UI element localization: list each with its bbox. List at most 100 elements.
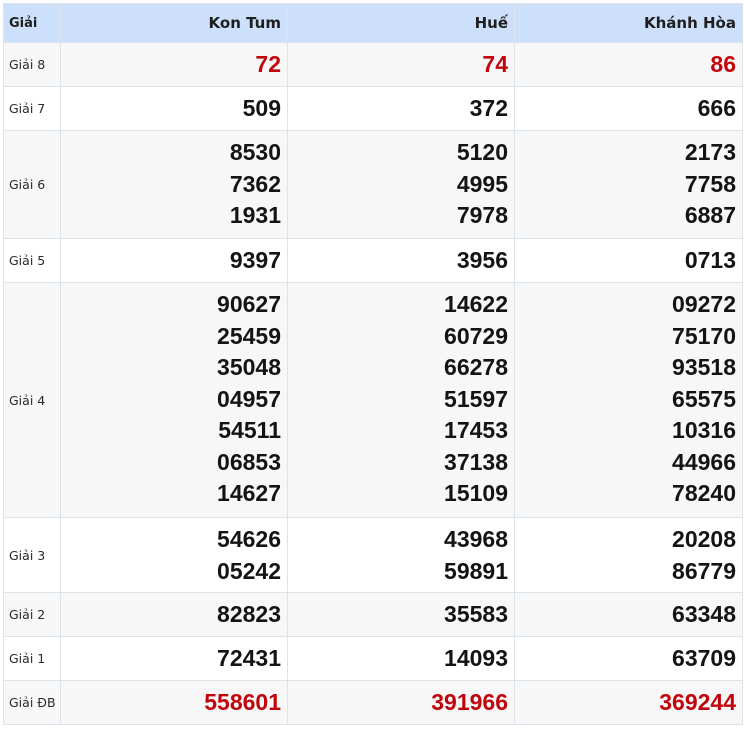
header-prize: Giải xyxy=(3,3,61,43)
result-cell-hue: 35583 xyxy=(287,592,515,637)
result-number: 63348 xyxy=(672,600,736,627)
table-row: Giải 4 90627 25459 35048 04957 54511 06853 1462… xyxy=(3,282,743,518)
result-number: 372 xyxy=(469,94,508,121)
result-number: 6887 xyxy=(684,202,736,228)
result-cell-kon-tum: 8530 7362 1931 xyxy=(60,130,288,239)
result-cell-khanh-hoa: 09272 75170 93518 65575 10316 44966 78240 xyxy=(514,282,743,518)
result-cell-khanh-hoa: 86 xyxy=(514,42,743,87)
table-row: Giải 8 72 74 86 xyxy=(3,42,743,87)
result-number: 37138 xyxy=(444,448,508,475)
table-row: Giải ĐB 558601 391966 369244 xyxy=(3,680,743,725)
header-hue: Huế xyxy=(287,3,515,43)
result-number: 17453 xyxy=(444,417,508,443)
result-cell-khanh-hoa: 2173 7758 6887 xyxy=(514,130,743,239)
result-number: 60729 xyxy=(444,322,508,349)
prize-label: Giải 2 xyxy=(3,592,61,637)
result-number: 78240 xyxy=(672,480,736,506)
prize-label: Giải 1 xyxy=(3,636,61,681)
result-cell-hue: 372 xyxy=(287,86,515,131)
result-cell-kon-tum: 558601 xyxy=(60,680,288,725)
result-number: 65575 xyxy=(672,385,736,412)
result-number: 0713 xyxy=(684,246,736,273)
result-number: 7758 xyxy=(684,170,736,197)
result-cell-kon-tum: 82823 xyxy=(60,592,288,637)
result-cell-hue: 14622 60729 66278 51597 17453 37138 15109 xyxy=(287,282,515,518)
result-number: 93518 xyxy=(672,354,736,380)
result-number: 1931 xyxy=(229,202,281,228)
result-number: 90627 xyxy=(217,291,281,317)
result-number: 20208 xyxy=(672,526,736,552)
result-cell-kon-tum: 72431 xyxy=(60,636,288,681)
result-number: 558601 xyxy=(204,688,281,715)
result-number: 54626 xyxy=(217,526,281,552)
result-number: 14093 xyxy=(444,644,508,671)
result-number: 54511 xyxy=(218,417,281,443)
table-row: Giải 1 72431 14093 63709 xyxy=(3,636,743,681)
result-number: 72 xyxy=(255,50,281,77)
table-row: Giải 2 82823 35583 63348 xyxy=(3,592,743,637)
table-row: Giải 3 54626 05242 43968 59891 20208 86779 xyxy=(3,517,743,593)
result-number: 86779 xyxy=(672,557,736,584)
prize-label: Giải ĐB xyxy=(3,680,61,725)
result-cell-khanh-hoa: 666 xyxy=(514,86,743,131)
result-number: 14622 xyxy=(444,291,508,317)
result-number: 74 xyxy=(482,50,508,77)
result-number: 15109 xyxy=(444,480,508,506)
result-number: 7362 xyxy=(229,170,281,197)
prize-label: Giải 5 xyxy=(3,238,61,283)
table-row: Giải 7 509 372 666 xyxy=(3,86,743,131)
result-number: 04957 xyxy=(217,385,281,412)
result-number: 35048 xyxy=(217,354,281,380)
prize-label: Giải 3 xyxy=(3,517,61,593)
result-cell-khanh-hoa: 20208 86779 xyxy=(514,517,743,593)
result-number: 14627 xyxy=(217,480,281,506)
result-cell-hue: 391966 xyxy=(287,680,515,725)
result-number: 4995 xyxy=(456,170,508,197)
result-cell-khanh-hoa: 0713 xyxy=(514,238,743,283)
result-cell-kon-tum: 54626 05242 xyxy=(60,517,288,593)
result-number: 06853 xyxy=(217,448,281,475)
result-number: 2173 xyxy=(684,139,736,165)
result-number: 63709 xyxy=(672,644,736,671)
table-body: Giải 8 72 74 86 Giải 7 509 372 666 Giải 6 8530 736… xyxy=(3,42,743,725)
result-cell-hue: 3956 xyxy=(287,238,515,283)
result-cell-hue: 43968 59891 xyxy=(287,517,515,593)
result-number: 509 xyxy=(242,94,281,121)
result-cell-kon-tum: 9397 xyxy=(60,238,288,283)
result-number: 05242 xyxy=(217,557,281,584)
result-cell-kon-tum: 90627 25459 35048 04957 54511 06853 14627 xyxy=(60,282,288,518)
result-number: 3956 xyxy=(456,246,508,273)
lottery-results-table: Giải Kon Tum Huế Khánh Hòa Giải 8 72 74 86 G… xyxy=(3,3,743,725)
result-number: 25459 xyxy=(217,322,281,349)
result-number: 7978 xyxy=(456,202,508,228)
result-number: 5120 xyxy=(456,139,508,165)
result-number: 369244 xyxy=(659,688,736,715)
result-cell-kon-tum: 72 xyxy=(60,42,288,87)
result-number: 09272 xyxy=(672,291,736,317)
result-cell-khanh-hoa: 63709 xyxy=(514,636,743,681)
prize-label: Giải 7 xyxy=(3,86,61,131)
result-cell-hue: 74 xyxy=(287,42,515,87)
result-number: 66278 xyxy=(444,354,508,380)
result-cell-hue: 5120 4995 7978 xyxy=(287,130,515,239)
result-cell-khanh-hoa: 63348 xyxy=(514,592,743,637)
result-number: 44966 xyxy=(672,448,736,475)
prize-label: Giải 8 xyxy=(3,42,61,87)
result-number: 35583 xyxy=(444,600,508,627)
header-khanh-hoa: Khánh Hòa xyxy=(514,3,743,43)
result-number: 10316 xyxy=(672,417,736,443)
result-number: 86 xyxy=(710,50,736,77)
prize-label: Giải 6 xyxy=(3,130,61,239)
table-row: Giải 6 8530 7362 1931 5120 4995 7978 2173 7758 68… xyxy=(3,130,743,239)
prize-label: Giải 4 xyxy=(3,282,61,518)
table-header: Giải Kon Tum Huế Khánh Hòa xyxy=(3,3,743,43)
result-number: 391966 xyxy=(431,688,508,715)
result-number: 75170 xyxy=(672,322,736,349)
result-number: 666 xyxy=(697,94,736,121)
result-cell-kon-tum: 509 xyxy=(60,86,288,131)
result-number: 72431 xyxy=(217,644,281,671)
result-cell-hue: 14093 xyxy=(287,636,515,681)
result-number: 59891 xyxy=(444,557,508,584)
result-number: 82823 xyxy=(217,600,281,627)
result-cell-khanh-hoa: 369244 xyxy=(514,680,743,725)
